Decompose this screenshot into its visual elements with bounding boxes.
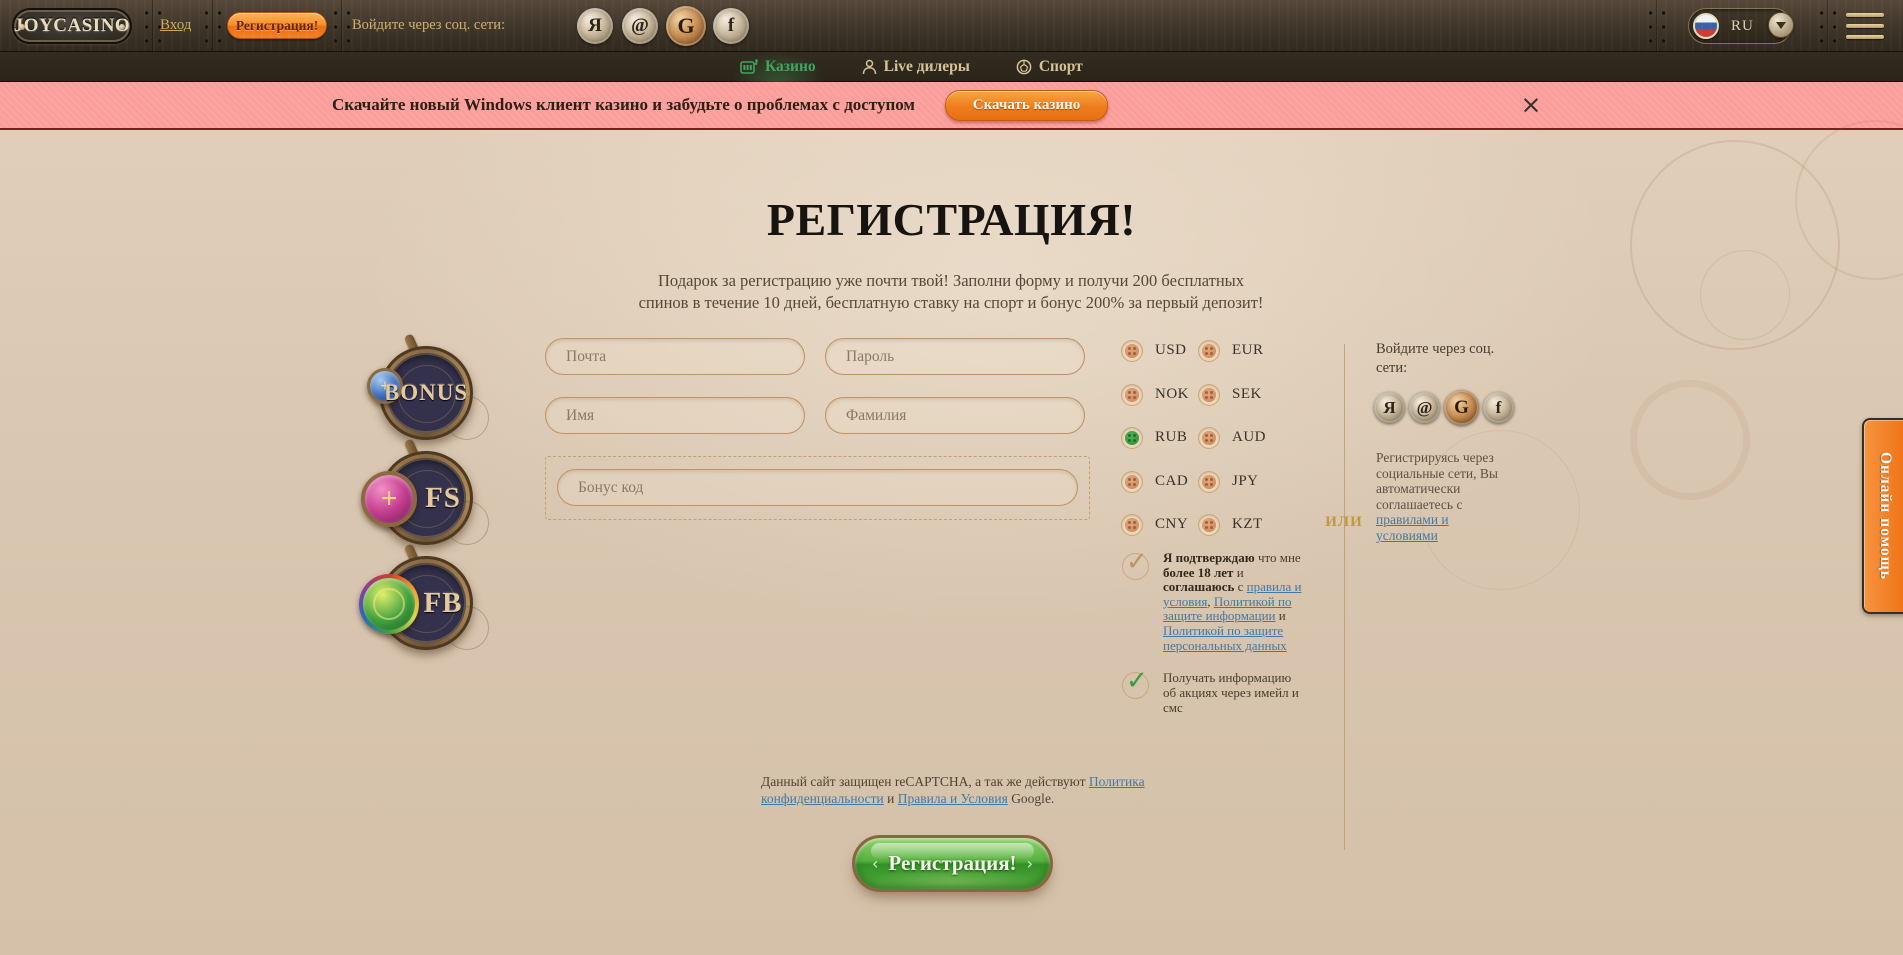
tab-casino[interactable]: Казино (732, 52, 824, 82)
radio-cny[interactable] (1122, 515, 1142, 535)
mailru-icon[interactable]: @ (622, 8, 658, 44)
google-icon[interactable]: G (666, 6, 706, 46)
facebook-icon[interactable]: f (713, 8, 749, 44)
or-label: ИЛИ (1322, 514, 1366, 531)
language-code: RU (1731, 18, 1754, 35)
mailru-icon[interactable]: @ (1409, 392, 1440, 423)
vertical-divider (1344, 548, 1345, 850)
social-column-heading: Войдите через соц. сети: (1376, 340, 1501, 378)
slot-machine-icon (740, 59, 758, 75)
currency-option-sek[interactable]: SEK (1199, 385, 1266, 429)
tab-label: Спорт (1039, 58, 1083, 76)
hamburger-menu-icon[interactable] (1846, 13, 1884, 39)
submit-registration-button[interactable]: ‹ Регистрация! › (852, 835, 1053, 892)
register-button[interactable]: Регистрация! (227, 12, 327, 39)
main-nav: Казино Live дилеры Спорт (0, 52, 1903, 82)
promo-text: Получать информацию об акциях через имей… (1163, 670, 1323, 715)
close-icon[interactable]: × (1516, 89, 1546, 119)
radio-kzt[interactable] (1199, 515, 1219, 535)
radio-cad[interactable] (1122, 472, 1142, 492)
freespins-badge: FS + (365, 447, 485, 547)
currency-option-nok[interactable]: NOK (1122, 385, 1199, 429)
live-dealer-icon (862, 59, 877, 75)
seam-divider (330, 0, 354, 52)
online-help-tab[interactable]: Онлайн помощь (1862, 418, 1903, 614)
radio-sek[interactable] (1199, 385, 1219, 405)
sport-ball-icon (1016, 59, 1032, 75)
google-icon[interactable]: G (1444, 390, 1479, 425)
banner-message: Скачайте новый Windows клиент казино и з… (332, 95, 915, 115)
tab-sport[interactable]: Спорт (1008, 52, 1091, 82)
recaptcha-note: Данный сайт защищен reCAPTCHA, а так же … (761, 774, 1191, 807)
tab-live-dealers[interactable]: Live дилеры (854, 52, 978, 82)
password-field[interactable] (825, 338, 1085, 375)
radio-usd[interactable] (1122, 341, 1142, 361)
freespins-orb-icon: + (361, 471, 417, 527)
right-arrow-ornament-icon: › (1027, 854, 1033, 873)
top-bar: JOYCASINO Вход Регистрация! Войдите чере… (0, 0, 1903, 52)
terms-checkbox[interactable] (1122, 553, 1149, 580)
flag-ru-icon (1693, 13, 1719, 39)
stain-ring-decor (1630, 380, 1750, 500)
radio-rub[interactable] (1122, 428, 1142, 448)
registration-section: РЕГИСТРАЦИЯ! Подарок за регистрацию уже … (0, 130, 1903, 955)
currency-option-usd[interactable]: USD (1122, 341, 1199, 385)
facebook-icon[interactable]: f (1483, 392, 1514, 423)
first-name-field[interactable] (545, 397, 805, 434)
logo-text: JOYCASINO (14, 15, 130, 37)
page-title: РЕГИСТРАЦИЯ! (0, 193, 1903, 246)
sketch-circle-decor (1700, 250, 1790, 340)
radio-eur[interactable] (1199, 341, 1219, 361)
currency-option-aud[interactable]: AUD (1199, 428, 1266, 472)
joycasino-registration-page: JOYCASINO Вход Регистрация! Войдите чере… (0, 0, 1903, 955)
seam-divider (1645, 0, 1669, 52)
currency-option-eur[interactable]: EUR (1199, 341, 1266, 385)
radio-jpy[interactable] (1199, 472, 1219, 492)
currency-option-jpy[interactable]: JPY (1199, 472, 1266, 516)
subtitle-line: спинов в течение 10 дней, бесплатную ста… (551, 292, 1351, 314)
freebet-badge: FB (365, 552, 485, 652)
social-login-icons: Я @ G f (1374, 390, 1514, 425)
bonus-badge: BONUS + (365, 342, 485, 442)
badge-label: FS (425, 482, 461, 515)
page-subtitle: Подарок за регистрацию уже почти твой! З… (551, 270, 1351, 315)
chevron-down-icon (1776, 22, 1786, 29)
subtitle-line: Подарок за регистрацию уже почти твой! З… (551, 270, 1351, 292)
currency-option-rub[interactable]: RUB (1122, 428, 1199, 472)
radio-aud[interactable] (1199, 428, 1219, 448)
yandex-icon[interactable]: Я (1374, 392, 1405, 423)
seam-divider (201, 0, 225, 52)
login-link[interactable]: Вход (160, 17, 191, 34)
left-arrow-ornament-icon: ‹ (872, 854, 878, 873)
promo-checkbox[interactable] (1122, 672, 1149, 699)
download-casino-button[interactable]: Скачать казино (945, 90, 1108, 121)
bonus-code-field[interactable] (557, 469, 1078, 506)
social-note: Регистрируясь через социальные сети, Вы … (1376, 450, 1508, 544)
last-name-field[interactable] (825, 397, 1085, 434)
google-terms-link[interactable]: Правила и Условия (898, 791, 1008, 806)
radio-nok[interactable] (1122, 385, 1142, 405)
joycasino-logo[interactable]: JOYCASINO (12, 8, 132, 44)
tab-label: Live дилеры (884, 58, 970, 76)
download-banner: Скачайте новый Windows клиент казино и з… (0, 82, 1903, 130)
language-dropdown-button[interactable] (1768, 12, 1794, 38)
tab-label: Казино (765, 58, 816, 76)
badge-label: BONUS (386, 380, 466, 406)
currency-option-cad[interactable]: CAD (1122, 472, 1199, 516)
email-field[interactable] (545, 338, 805, 375)
terms-conditions-link[interactable]: правилами и условиями (1376, 512, 1449, 543)
badge-label: FB (423, 587, 462, 620)
currency-selector: USD EUR NOK SEK RUB AUD CAD JPY CNY KZT (1122, 341, 1266, 559)
terms-text: Я подтверждаю что мне более 18 лет и сог… (1163, 551, 1311, 653)
football-orb-icon (359, 574, 419, 634)
social-login-prompt: Войдите через соц. сети: (352, 17, 505, 34)
seam-divider (1816, 0, 1840, 52)
yandex-icon[interactable]: Я (577, 8, 613, 44)
personal-data-policy-link[interactable]: Политикой по защите персональных данных (1163, 623, 1287, 653)
